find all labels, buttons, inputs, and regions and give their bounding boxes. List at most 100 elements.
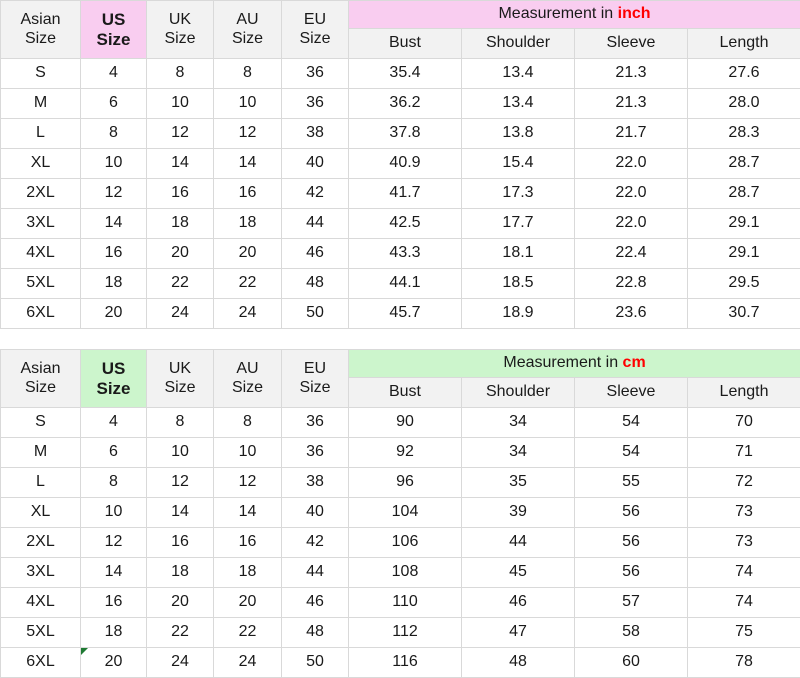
table-row: XL1014144040.915.422.028.7	[1, 149, 800, 179]
column-header-bust: Bust	[349, 378, 462, 408]
column-header-line1: Asian	[1, 360, 80, 378]
cell-sleeve: 22.0	[575, 209, 688, 239]
column-header-us-size: USSize	[81, 350, 147, 408]
measurement-banner: Measurement in cm	[349, 350, 800, 378]
cell-length: 30.7	[688, 299, 800, 329]
table-row: 4XL16202046110465774	[1, 588, 800, 618]
cell-au: 20	[214, 588, 282, 618]
cell-bust: 92	[349, 438, 462, 468]
cell-shoulder: 46	[462, 588, 575, 618]
cell-bust: 108	[349, 558, 462, 588]
cell-bust: 112	[349, 618, 462, 648]
cell-us: 14	[81, 558, 147, 588]
cell-bust: 45.7	[349, 299, 462, 329]
cell-eu: 50	[282, 299, 349, 329]
cell-sleeve: 22.0	[575, 179, 688, 209]
cell-shoulder: 47	[462, 618, 575, 648]
cell-shoulder: 34	[462, 438, 575, 468]
cell-eu: 44	[282, 558, 349, 588]
cell-length: 78	[688, 648, 800, 678]
table-separator	[0, 329, 800, 349]
cm-table: AsianSizeUSSizeUKSizeAUSizeEUSizeMeasure…	[0, 349, 800, 678]
cell-eu: 44	[282, 209, 349, 239]
column-header-line2: Size	[147, 30, 213, 48]
cell-shoulder: 35	[462, 468, 575, 498]
cell-eu: 48	[282, 618, 349, 648]
column-header-bust: Bust	[349, 29, 462, 59]
cell-au: 14	[214, 149, 282, 179]
table-row: M610103692345471	[1, 438, 800, 468]
cell-uk: 8	[147, 408, 214, 438]
column-header-line2: Size	[282, 379, 348, 397]
cell-us: 12	[81, 528, 147, 558]
column-header-line1: Asian	[1, 11, 80, 29]
column-header-line1: EU	[282, 360, 348, 378]
column-header-line2: Size	[81, 30, 146, 50]
cell-eu: 46	[282, 588, 349, 618]
cell-sleeve: 54	[575, 438, 688, 468]
column-header-line2: Size	[1, 379, 80, 397]
cell-eu: 36	[282, 59, 349, 89]
table-row: L812123896355572	[1, 468, 800, 498]
table-row: S4883635.413.421.327.6	[1, 59, 800, 89]
column-header-eu-size: EUSize	[282, 1, 349, 59]
column-header-shoulder: Shoulder	[462, 378, 575, 408]
cell-shoulder: 18.1	[462, 239, 575, 269]
cell-eu: 46	[282, 239, 349, 269]
cell-us: 6	[81, 438, 147, 468]
cell-length: 28.3	[688, 119, 800, 149]
cell-asian: L	[1, 468, 81, 498]
cell-sleeve: 22.0	[575, 149, 688, 179]
cell-asian: 4XL	[1, 239, 81, 269]
cell-sleeve: 22.4	[575, 239, 688, 269]
cell-shoulder: 13.4	[462, 59, 575, 89]
cell-sleeve: 21.3	[575, 59, 688, 89]
cell-shoulder: 17.7	[462, 209, 575, 239]
cell-us: 18	[81, 269, 147, 299]
cell-us: 8	[81, 119, 147, 149]
cell-length: 28.0	[688, 89, 800, 119]
cell-length: 73	[688, 498, 800, 528]
cell-bust: 37.8	[349, 119, 462, 149]
table-row: 6XL20242450116486078	[1, 648, 800, 678]
column-header-line1: UK	[147, 11, 213, 29]
cell-sleeve: 60	[575, 648, 688, 678]
cell-asian: M	[1, 89, 81, 119]
table-row: L812123837.813.821.728.3	[1, 119, 800, 149]
cell-au: 12	[214, 468, 282, 498]
cell-au: 10	[214, 438, 282, 468]
cell-au: 16	[214, 528, 282, 558]
column-header-line1: EU	[282, 11, 348, 29]
table-row: M610103636.213.421.328.0	[1, 89, 800, 119]
cell-asian: S	[1, 59, 81, 89]
cell-asian: L	[1, 119, 81, 149]
cell-bust: 44.1	[349, 269, 462, 299]
cell-bust: 40.9	[349, 149, 462, 179]
cell-shoulder: 15.4	[462, 149, 575, 179]
column-header-asian-size: AsianSize	[1, 350, 81, 408]
cell-sleeve: 22.8	[575, 269, 688, 299]
cell-us: 20	[81, 648, 147, 678]
cell-bust: 116	[349, 648, 462, 678]
column-header-line1: US	[81, 359, 146, 379]
cell-asian: 6XL	[1, 648, 81, 678]
column-header-us-size: USSize	[81, 1, 147, 59]
cell-shoulder: 18.5	[462, 269, 575, 299]
cell-uk: 12	[147, 468, 214, 498]
column-header-sleeve: Sleeve	[575, 378, 688, 408]
cell-eu: 48	[282, 269, 349, 299]
cell-uk: 8	[147, 59, 214, 89]
column-header-au-size: AUSize	[214, 1, 282, 59]
table-row: 2XL1216164241.717.322.028.7	[1, 179, 800, 209]
cell-us: 20	[81, 299, 147, 329]
cell-length: 73	[688, 528, 800, 558]
table-row: 5XL18222248112475875	[1, 618, 800, 648]
cell-asian: 5XL	[1, 269, 81, 299]
cell-length: 29.1	[688, 239, 800, 269]
cell-asian: 3XL	[1, 558, 81, 588]
cell-eu: 36	[282, 408, 349, 438]
column-header-sleeve: Sleeve	[575, 29, 688, 59]
cell-shoulder: 18.9	[462, 299, 575, 329]
cell-bust: 36.2	[349, 89, 462, 119]
cell-us: 16	[81, 239, 147, 269]
